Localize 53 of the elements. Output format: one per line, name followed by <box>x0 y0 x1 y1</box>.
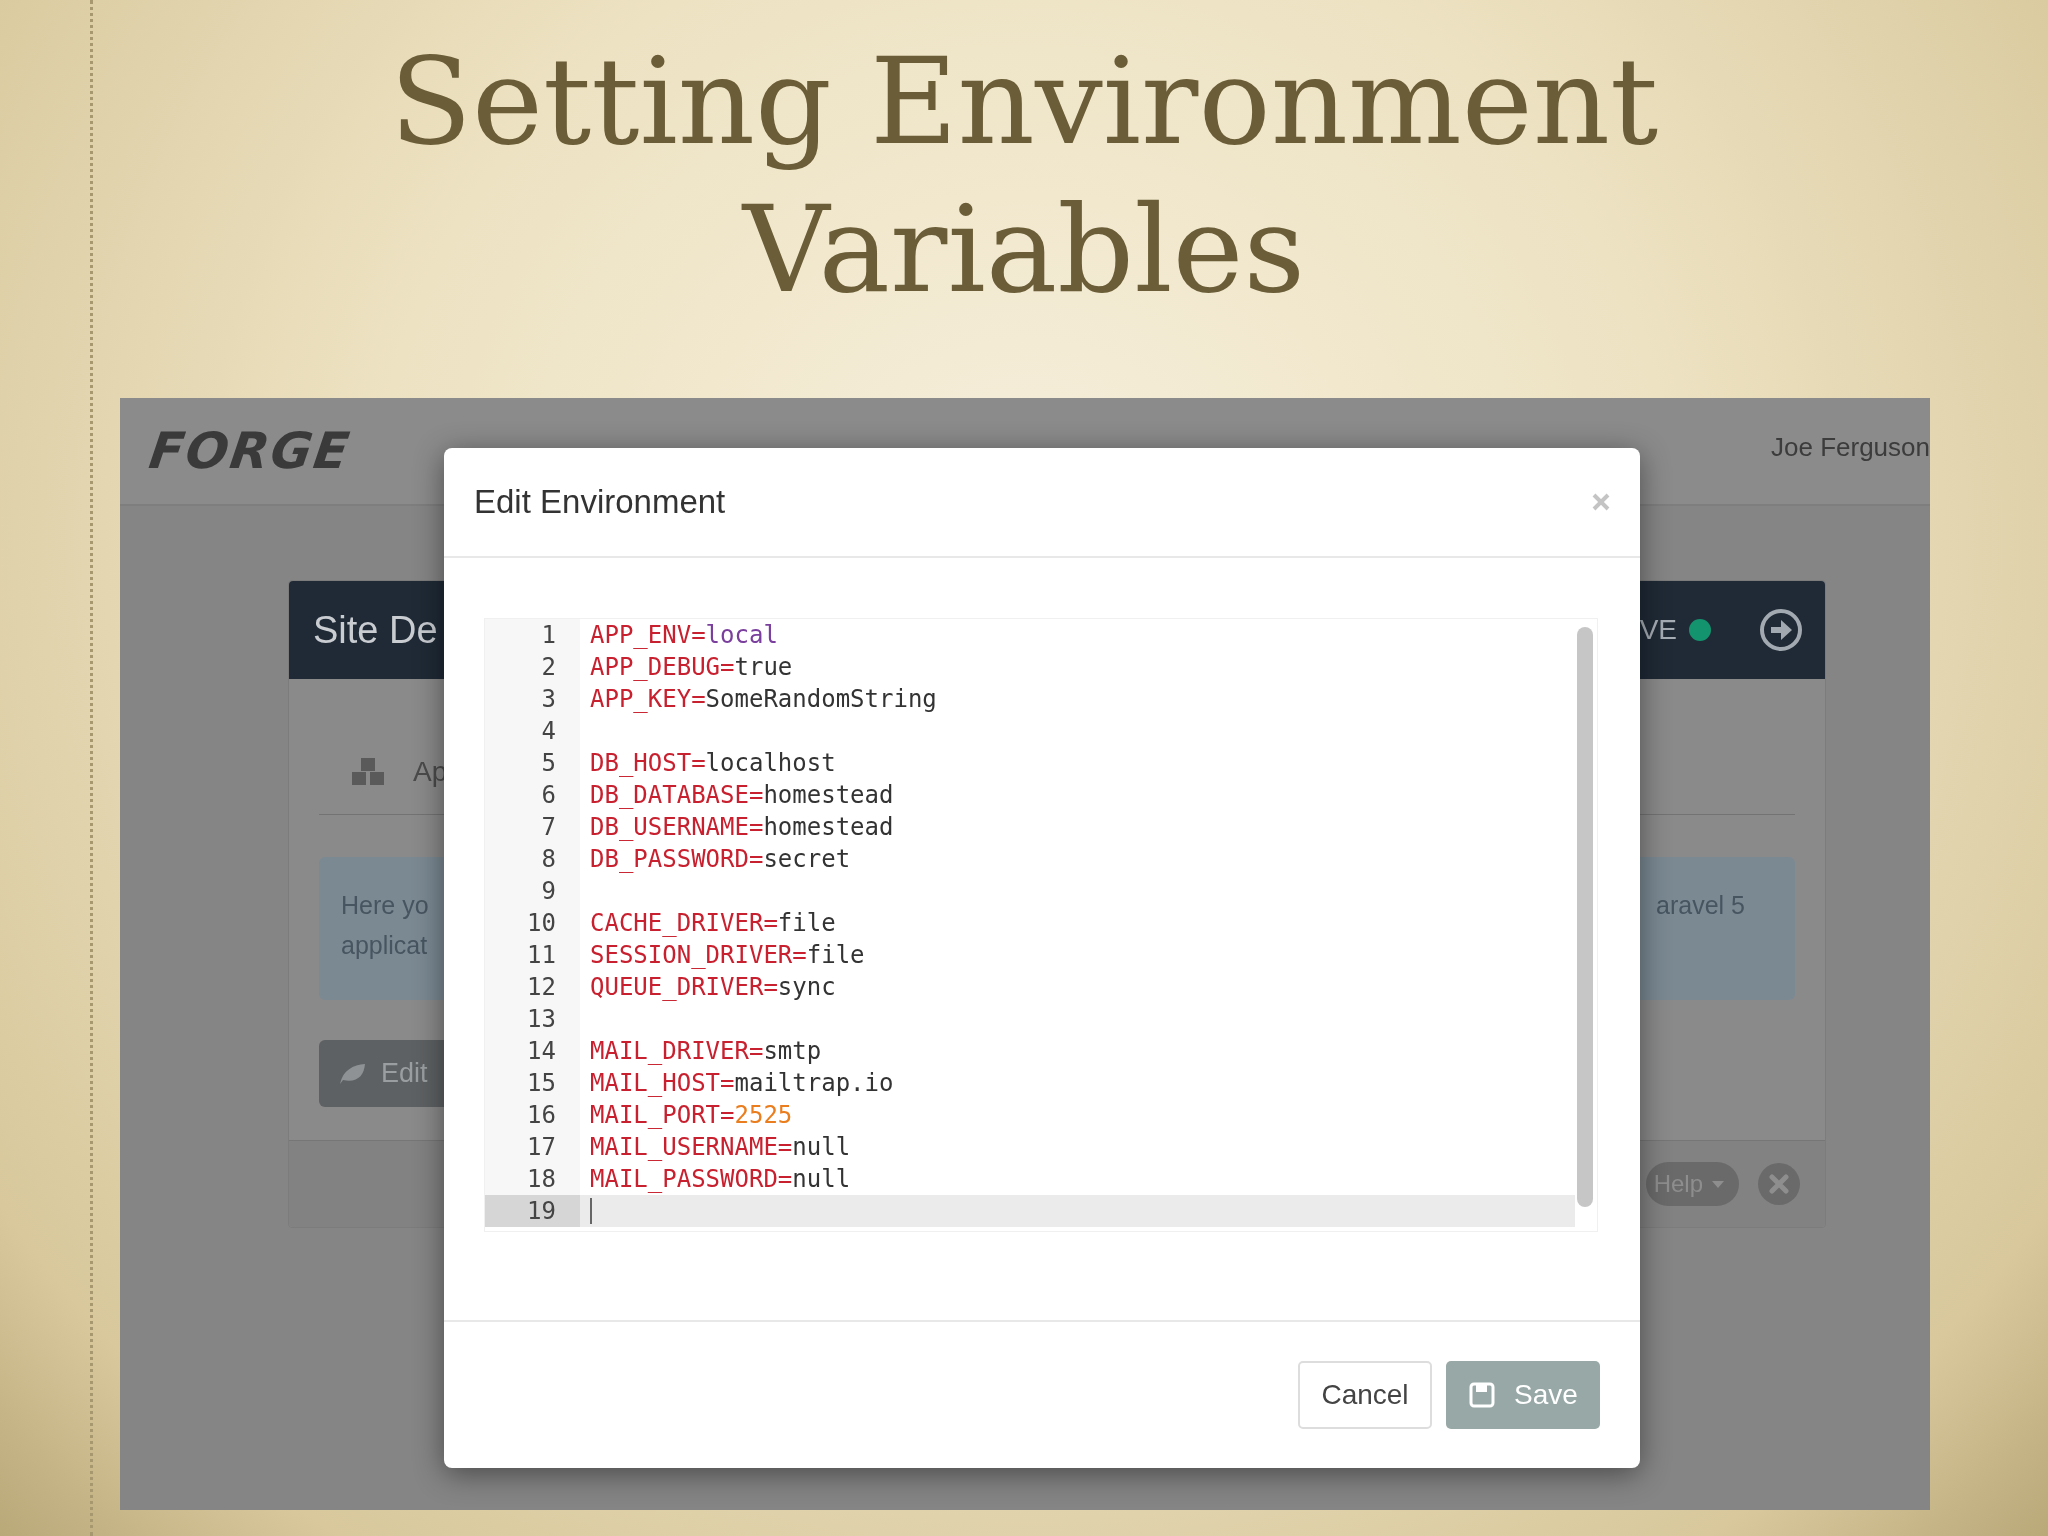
scrollbar-thumb[interactable] <box>1577 627 1593 1207</box>
code-line: CACHE_DRIVER=file <box>589 908 836 939</box>
slide-title: Setting Environment Variables <box>388 31 1660 321</box>
code-line: APP_DEBUG=true <box>589 652 793 683</box>
line-number: 6 <box>541 780 556 811</box>
forge-logo: FORGE <box>145 422 355 480</box>
code-line: DB_PASSWORD=secret <box>589 844 851 875</box>
line-number: 5 <box>541 748 556 779</box>
code-line: DB_DATABASE=homestead <box>589 780 894 811</box>
code-line: MAIL_PORT=2525 <box>589 1100 793 1131</box>
line-number: 3 <box>541 684 556 715</box>
line-number: 14 <box>527 1036 556 1067</box>
arrow-circle-icon[interactable] <box>1759 608 1803 652</box>
line-number: 7 <box>541 812 556 843</box>
line-number: 17 <box>527 1132 556 1163</box>
code-line: MAIL_USERNAME=null <box>589 1132 851 1163</box>
user-name[interactable]: Joe Ferguson <box>1771 432 1930 463</box>
dialog-title: Edit Environment <box>474 483 726 521</box>
line-number: 2 <box>541 652 556 683</box>
code-line: MAIL_PASSWORD=null <box>589 1164 851 1195</box>
line-number: 8 <box>541 844 556 875</box>
code-line: APP_KEY=SomeRandomString <box>589 684 937 715</box>
caret-icon <box>1711 1179 1725 1189</box>
line-number: 9 <box>541 876 556 907</box>
line-number: 11 <box>527 940 556 971</box>
close-icon[interactable] <box>1592 493 1610 511</box>
line-number: 12 <box>527 972 556 1003</box>
status-label: VE <box>1639 614 1677 646</box>
line-number: 16 <box>527 1100 556 1131</box>
close-icon[interactable] <box>1757 1162 1801 1206</box>
line-number: 1 <box>541 620 556 651</box>
line-number: 19 <box>527 1196 556 1227</box>
cancel-button[interactable]: Cancel <box>1298 1361 1432 1429</box>
line-number: 10 <box>527 908 556 939</box>
code-line: SESSION_DRIVER=file <box>589 940 865 971</box>
code-line: DB_HOST=localhost <box>589 748 836 779</box>
code-line: MAIL_HOST=mailtrap.io <box>589 1068 894 1099</box>
line-number: 4 <box>541 716 556 747</box>
line-number: 18 <box>527 1164 556 1195</box>
code-line: APP_ENV=local <box>589 620 778 651</box>
save-icon <box>1468 1381 1497 1409</box>
code-line: MAIL_DRIVER=smtp <box>589 1036 822 1067</box>
code-line: DB_USERNAME=homestead <box>589 812 894 843</box>
text-cursor <box>590 1198 592 1224</box>
code-editor[interactable] <box>484 618 1598 1232</box>
cubes-icon <box>349 756 387 788</box>
code-line: QUEUE_DRIVER=sync <box>589 972 836 1003</box>
leaf-icon <box>337 1061 367 1086</box>
save-button[interactable]: Save <box>1446 1361 1600 1429</box>
line-number: 15 <box>527 1068 556 1099</box>
line-number: 13 <box>527 1004 556 1035</box>
card-title: Site De <box>313 608 438 652</box>
status-dot <box>1689 619 1711 641</box>
